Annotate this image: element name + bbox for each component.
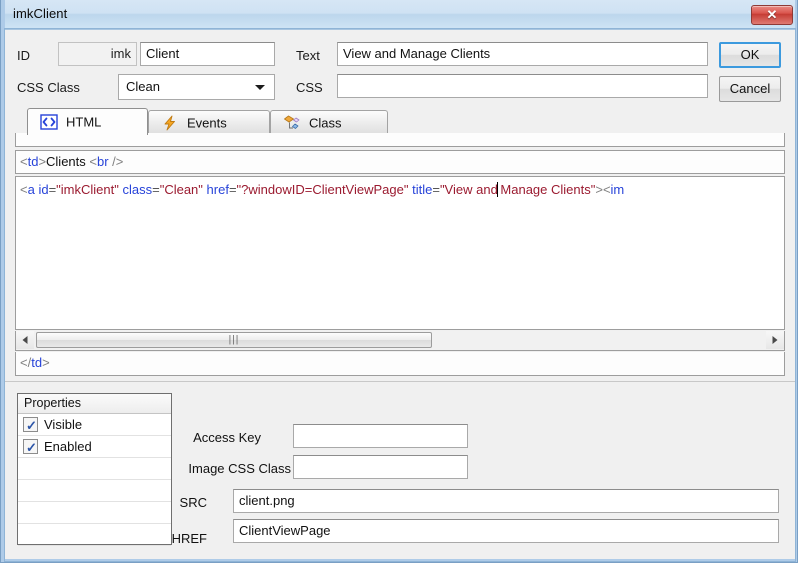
tab-class[interactable]: Class — [270, 110, 388, 135]
scroll-left-arrow-icon[interactable] — [16, 331, 34, 349]
css-class-value: Clean — [126, 79, 160, 94]
href-input[interactable]: ClientViewPage — [233, 519, 779, 543]
id-prefix-field: imk — [58, 42, 137, 66]
image-css-class-label: Image CSS Class — [188, 461, 291, 476]
id-label: ID — [17, 48, 30, 63]
text-label: Text — [296, 48, 320, 63]
code-token: a — [27, 182, 35, 197]
tab-strip: HTML Events Class — [15, 108, 785, 135]
code-token: = — [228, 182, 237, 197]
ok-button[interactable]: OK — [719, 42, 781, 68]
tab-events-label: Events — [187, 115, 227, 131]
src-input[interactable]: client.png — [233, 489, 779, 513]
code-token: < — [602, 182, 611, 197]
title-bar: imkClient ✕ — [1, 0, 797, 30]
code-token: im — [610, 182, 625, 197]
code-line-above: <td>Clients <br /> — [15, 150, 785, 174]
tab-class-label: Class — [309, 115, 342, 131]
properties-row[interactable] — [18, 546, 171, 562]
check-icon: ✓ — [26, 440, 37, 455]
href-label: HREF — [171, 531, 207, 546]
panel-divider — [1, 381, 797, 382]
checkbox-enabled[interactable]: ✓ — [23, 439, 38, 455]
editor-top-strip — [15, 133, 785, 147]
code-token: id — [38, 182, 49, 197]
dialog-window: imkClient ✕ ID imk Client CSS Class Clea… — [0, 0, 798, 563]
id-input[interactable]: Client — [140, 42, 275, 66]
code-token: Manage Clients" — [496, 182, 596, 197]
image-css-class-input[interactable] — [293, 455, 468, 479]
code-token: href — [206, 182, 229, 197]
tab-html[interactable]: HTML — [27, 108, 148, 135]
code-token: title — [412, 182, 433, 197]
window-title: imkClient — [13, 6, 68, 21]
css-input[interactable] — [337, 74, 708, 98]
scrollbar-grip-icon: ||| — [228, 334, 240, 346]
css-class-select[interactable]: Clean — [118, 74, 275, 100]
code-brackets-icon — [40, 114, 58, 130]
access-key-label: Access Key — [193, 430, 261, 445]
lightning-bolt-icon — [161, 115, 179, 131]
tab-html-label: HTML — [66, 114, 102, 130]
css-label: CSS — [296, 80, 323, 95]
code-token: "Clean" — [159, 182, 203, 197]
cancel-button[interactable]: Cancel — [719, 76, 781, 102]
properties-row-label: Enabled — [44, 439, 92, 454]
chevron-down-icon — [255, 85, 265, 90]
code-token: = — [432, 182, 440, 197]
code-line-below: </td> — [15, 352, 785, 376]
scroll-right-arrow-icon[interactable] — [766, 331, 784, 349]
code-token: "imkClient" — [56, 182, 119, 197]
tab-events[interactable]: Events — [148, 110, 270, 135]
close-button[interactable]: ✕ — [751, 5, 793, 25]
code-line-editable: <a id="imkClient" class="Clean" href="?w… — [20, 181, 624, 199]
src-label: SRC — [179, 495, 207, 510]
code-token: "View and — [439, 182, 498, 197]
html-code-editor[interactable]: <a id="imkClient" class="Clean" href="?w… — [15, 176, 785, 330]
scrollbar-thumb[interactable]: ||| — [36, 332, 432, 348]
code-token: < — [20, 182, 28, 197]
properties-row-label: Visible — [44, 417, 83, 432]
code-token: "?windowID=ClientViewPage" — [236, 182, 409, 197]
properties-header: Properties — [18, 394, 171, 414]
code-token: = — [152, 182, 160, 197]
code-token: > — [595, 182, 603, 197]
text-input[interactable]: View and Manage Clients — [337, 42, 708, 66]
diamonds-icon — [283, 115, 301, 131]
check-icon: ✓ — [26, 418, 37, 433]
checkbox-visible[interactable]: ✓ — [23, 417, 38, 433]
access-key-input[interactable] — [293, 424, 468, 448]
editor-horizontal-scrollbar[interactable]: ||| — [15, 331, 785, 351]
close-icon: ✕ — [766, 7, 778, 22]
css-class-label: CSS Class — [17, 80, 80, 95]
code-token: class — [122, 182, 153, 197]
